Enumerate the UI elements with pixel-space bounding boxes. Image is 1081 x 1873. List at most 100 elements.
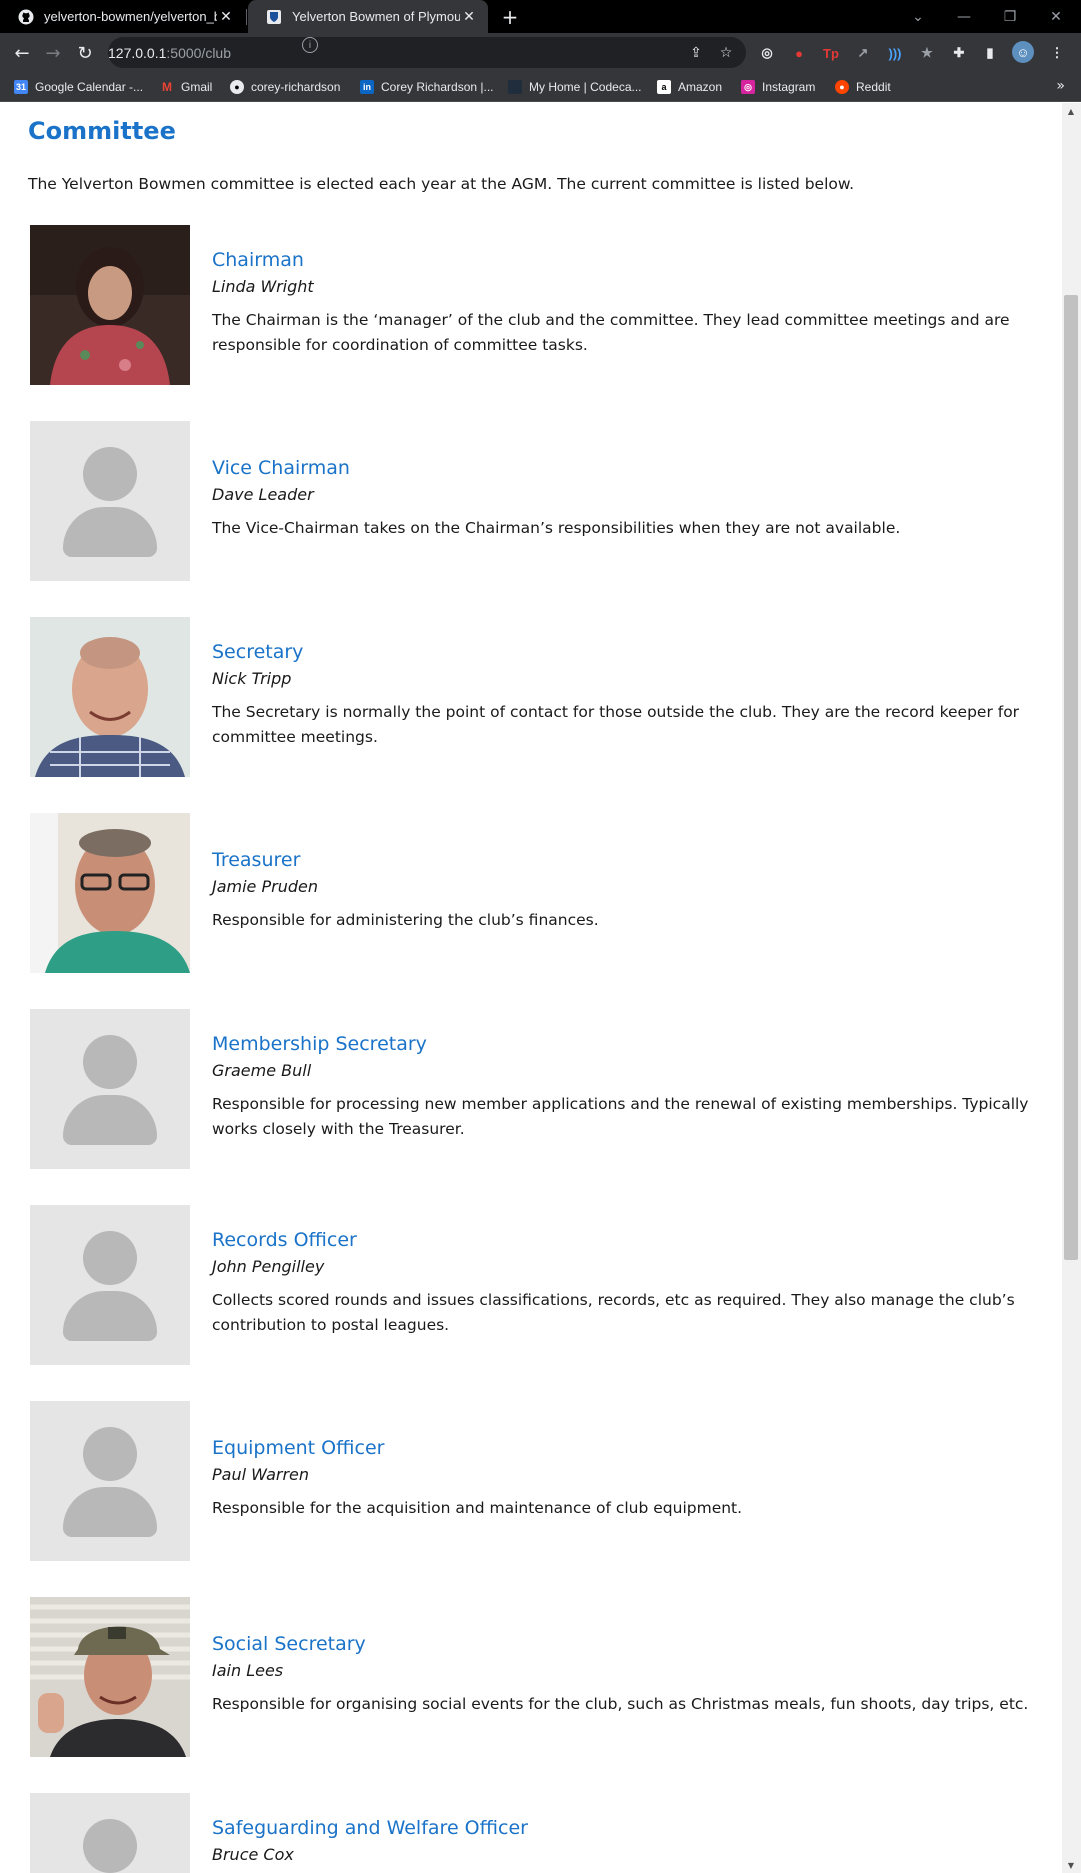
member-photo <box>30 617 190 777</box>
menu-kebab-icon[interactable]: ⋮ <box>1048 44 1066 62</box>
bookmark-label: Corey Richardson |... <box>381 80 494 94</box>
back-icon[interactable]: ← <box>8 39 36 67</box>
shield-icon <box>266 9 282 25</box>
member-photo <box>30 1597 190 1757</box>
bookmark-instagram[interactable]: ◎ Instagram <box>741 72 815 102</box>
bookmark-github[interactable]: ● corey-richardson <box>230 72 340 102</box>
bookmark-label: My Home | Codeca... <box>529 80 642 94</box>
chevron-right-icon[interactable]: » <box>1056 78 1065 94</box>
avatar-placeholder-icon <box>30 1205 190 1365</box>
member-name: Graeme Bull <box>212 1061 312 1080</box>
close-icon[interactable]: ✕ <box>217 8 235 26</box>
committee-member-chairman: Chairman Linda Wright The Chairman is th… <box>30 225 1040 385</box>
extension-wave-icon[interactable]: ))) <box>886 44 904 62</box>
star-icon[interactable]: ★ <box>918 44 936 62</box>
member-description: Responsible for the acquisition and main… <box>212 1499 743 1517</box>
extension-icon[interactable]: ◎ <box>758 44 776 62</box>
tab-github[interactable]: yelverton-bowmen/yelverton_bo ✕ <box>0 0 245 33</box>
member-role: Membership Secretary <box>212 1033 427 1055</box>
instagram-icon: ◎ <box>741 80 755 94</box>
new-tab-icon[interactable]: + <box>498 5 522 29</box>
bookmarks-bar: 31 Google Calendar -... M Gmail ● corey-… <box>0 72 1081 102</box>
puzzle-icon[interactable]: ✚ <box>950 44 968 62</box>
member-name: Iain Lees <box>212 1661 284 1680</box>
reload-icon[interactable]: ↻ <box>71 39 99 67</box>
committee-member-treasurer: Treasurer Jamie Pruden Responsible for a… <box>30 813 1040 973</box>
scrollbar-thumb[interactable] <box>1064 295 1078 1260</box>
member-name: Jamie Pruden <box>212 877 318 896</box>
member-role: Secretary <box>212 641 304 663</box>
avatar-placeholder-icon <box>30 1009 190 1169</box>
bookmark-amazon[interactable]: a Amazon <box>657 72 722 102</box>
committee-intro: The Yelverton Bowmen committee is electe… <box>28 175 855 193</box>
side-panel-icon[interactable]: ▮ <box>981 44 999 62</box>
member-name: Linda Wright <box>212 277 314 296</box>
site-info-icon[interactable]: i <box>302 37 318 53</box>
external-link-icon[interactable]: ↗ <box>854 44 872 62</box>
bookmark-google-calendar[interactable]: 31 Google Calendar -... <box>14 72 143 102</box>
committee-member-secretary: Secretary Nick Tripp The Secretary is no… <box>30 617 1040 777</box>
profile-avatar-icon[interactable]: ☺ <box>1012 41 1034 63</box>
bookmark-label: Instagram <box>762 80 816 94</box>
codecademy-icon <box>508 80 522 94</box>
amazon-icon: a <box>657 80 671 94</box>
member-info: Chairman Linda Wright The Chairman is th… <box>212 249 1042 358</box>
forward-icon[interactable]: → <box>39 39 67 67</box>
member-description: The Secretary is normally the point of c… <box>212 703 1020 746</box>
member-description: Responsible for administering the club’s… <box>212 911 599 929</box>
tab-title: yelverton-bowmen/yelverton_bo <box>44 9 217 24</box>
url-text[interactable]: 127.0.0.1:5000/club <box>108 45 686 61</box>
bookmark-reddit[interactable]: ● Reddit <box>835 72 891 102</box>
member-name: Paul Warren <box>212 1465 310 1484</box>
extension-tp-icon[interactable]: Tp <box>822 44 840 62</box>
gmail-icon: M <box>162 80 172 94</box>
member-name: Bruce Cox <box>212 1845 294 1864</box>
extension-red-icon[interactable]: ● <box>790 44 808 62</box>
restore-icon[interactable]: ❐ <box>987 0 1033 33</box>
page-title: Committee <box>28 117 176 145</box>
tab-title: Yelverton Bowmen of Plymouth <box>292 9 460 24</box>
bookmark-star-icon[interactable]: ☆ <box>716 43 736 63</box>
url-host: 127.0.0.1 <box>108 44 167 61</box>
member-info: Treasurer Jamie Pruden Responsible for a… <box>212 849 1042 933</box>
share-icon[interactable]: ⇪ <box>686 43 706 63</box>
member-info: Safeguarding and Welfare Officer Bruce C… <box>212 1817 1042 1873</box>
committee-member-safeguarding-officer: Safeguarding and Welfare Officer Bruce C… <box>30 1793 1040 1873</box>
member-role: Safeguarding and Welfare Officer <box>212 1817 528 1839</box>
address-bar[interactable]: i 127.0.0.1:5000/club ⇪ ☆ <box>108 37 746 68</box>
avatar-placeholder-icon <box>30 1401 190 1561</box>
minimize-icon[interactable]: — <box>941 0 987 33</box>
member-info: Social Secretary Iain Lees Responsible f… <box>212 1633 1042 1717</box>
bookmark-linkedin[interactable]: in Corey Richardson |... <box>360 72 494 102</box>
bookmark-label: Google Calendar -... <box>35 80 144 94</box>
bookmark-gmail[interactable]: M Gmail <box>160 72 212 102</box>
member-role: Equipment Officer <box>212 1437 385 1459</box>
window-close-icon[interactable]: ✕ <box>1033 0 1079 33</box>
bookmark-label: Gmail <box>181 80 213 94</box>
member-description: The Vice-Chairman takes on the Chairman’… <box>212 519 901 537</box>
tab-strip: yelverton-bowmen/yelverton_bo ✕ Yelverto… <box>0 0 1081 33</box>
browser-toolbar: ← → ↻ i 127.0.0.1:5000/club ⇪ ☆ ◎ ● Tp ↗… <box>0 33 1081 72</box>
close-icon[interactable]: ✕ <box>460 8 478 26</box>
committee-member-membership-secretary: Membership Secretary Graeme Bull Respons… <box>30 1009 1040 1169</box>
member-description: Responsible for organising social events… <box>212 1695 1029 1713</box>
scroll-down-arrow-icon[interactable]: ▼ <box>1066 1860 1076 1870</box>
member-photo <box>30 813 190 973</box>
chevron-down-icon[interactable]: ⌄ <box>895 0 941 33</box>
bookmark-label: Reddit <box>856 80 891 94</box>
scroll-up-arrow-icon[interactable]: ▲ <box>1066 106 1076 116</box>
committee-member-equipment-officer: Equipment Officer Paul Warren Responsibl… <box>30 1401 1040 1561</box>
url-path: :5000/club <box>166 44 231 61</box>
member-info: Secretary Nick Tripp The Secretary is no… <box>212 641 1042 750</box>
member-name: Dave Leader <box>212 485 314 504</box>
github-icon: ● <box>230 80 244 94</box>
page-viewport: Committee The Yelverton Bowmen committee… <box>0 103 1060 1873</box>
member-info: Records Officer John Pengilley Collects … <box>212 1229 1042 1338</box>
bookmark-codecademy[interactable]: My Home | Codeca... <box>508 72 642 102</box>
avatar-placeholder-icon <box>30 421 190 581</box>
member-name: John Pengilley <box>212 1257 325 1276</box>
member-role: Chairman <box>212 249 304 271</box>
avatar-placeholder-icon <box>30 1793 190 1873</box>
member-description: Collects scored rounds and issues classi… <box>212 1291 1015 1334</box>
tab-yelverton[interactable]: Yelverton Bowmen of Plymouth ✕ <box>248 0 488 33</box>
